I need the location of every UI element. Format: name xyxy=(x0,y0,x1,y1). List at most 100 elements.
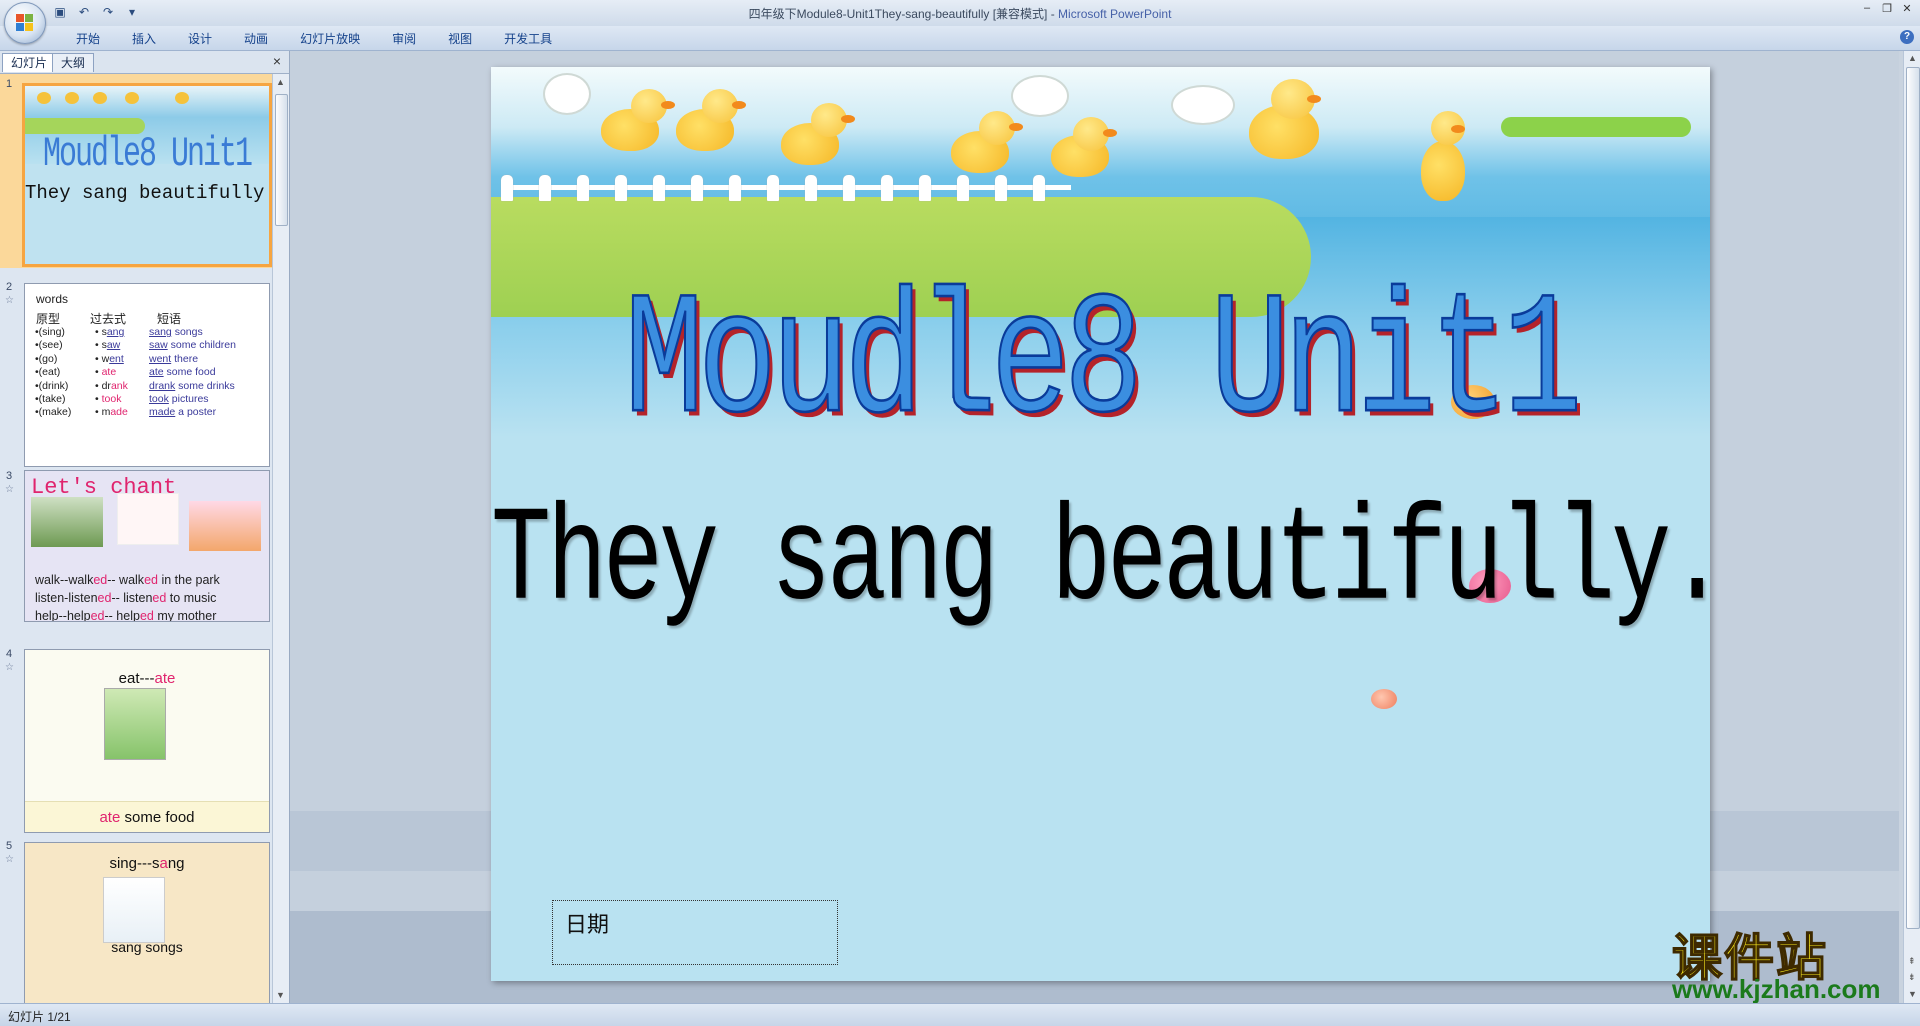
list-item: went there xyxy=(149,352,199,365)
minimize-icon[interactable]: – xyxy=(1860,2,1874,15)
list-item: • drank xyxy=(95,379,128,392)
thumb-past-list: • sang • saw • went • ate • drank • took… xyxy=(95,326,128,420)
next-slide-icon[interactable]: ⇟ xyxy=(1908,972,1916,983)
slide-number: 4 xyxy=(6,648,13,660)
slide-thumb-3[interactable]: 3 ☆ Let's chant walk--walked-- walked in… xyxy=(0,466,272,636)
maximize-icon[interactable]: ❐ xyxy=(1880,2,1894,15)
speech-bubble-decoration xyxy=(1011,75,1069,117)
slide-number: 3 xyxy=(6,470,13,482)
date-placeholder-text: 日期 xyxy=(565,912,610,937)
scrollbar-thumb[interactable] xyxy=(1906,67,1920,929)
list-item: made a poster xyxy=(149,406,217,419)
tab-outline[interactable]: 大纲 xyxy=(52,53,95,72)
thumb-singer-image xyxy=(103,877,165,943)
list-item: listen-listened-- listened to music xyxy=(35,591,217,605)
animation-star-icon: ☆ xyxy=(5,295,14,306)
slide-title[interactable]: Moudle8 Unit1 xyxy=(491,264,1710,465)
status-bar: 幻灯片 1/21 xyxy=(0,1003,1920,1026)
list-item: • made xyxy=(95,406,128,419)
thumb-canvas: eat---ate ate some food xyxy=(24,649,270,833)
list-item: • saw xyxy=(95,339,121,352)
prev-slide-icon[interactable]: ⇞ xyxy=(1908,956,1916,967)
date-placeholder-box[interactable]: 日期 xyxy=(552,900,838,965)
thumb-photo-help xyxy=(189,501,261,551)
office-button[interactable] xyxy=(4,2,46,44)
panel-tabs: 幻灯片 大纲 × xyxy=(0,51,289,74)
list-item: ate some food xyxy=(149,366,216,379)
list-item: • took xyxy=(95,393,122,406)
tab-slides[interactable]: 幻灯片 xyxy=(2,53,57,72)
scroll-down-icon[interactable]: ▼ xyxy=(1908,989,1917,999)
list-item: sang songs xyxy=(149,326,203,338)
thumb-rabbit-image xyxy=(104,688,166,760)
animation-star-icon: ☆ xyxy=(5,854,14,865)
slide-thumb-5[interactable]: 5 ☆ sing---sang sang songs xyxy=(0,836,272,1003)
slide-number: 5 xyxy=(6,840,13,852)
tab-developer[interactable]: 开发工具 xyxy=(488,30,568,47)
scroll-up-icon[interactable]: ▲ xyxy=(1908,53,1917,63)
slide-number: 1 xyxy=(6,78,13,90)
animation-star-icon: ☆ xyxy=(5,484,14,495)
list-item: help--helped-- helped my mother xyxy=(35,609,217,622)
thumb-canvas: sing---sang sang songs xyxy=(24,842,270,1003)
list-item: •(drink) xyxy=(35,379,69,392)
slide-background-grass-strip xyxy=(1501,117,1691,137)
thumb-chant-lines: walk--walked-- walked in the park listen… xyxy=(35,571,220,622)
watermark-url: www.kjzhan.com xyxy=(1672,974,1881,1004)
thumb-base-list: •(sing) •(see) •(go) •(eat) •(drink) •(t… xyxy=(35,326,71,420)
list-item: •(take) xyxy=(35,393,66,406)
office-logo-icon xyxy=(16,14,34,32)
tab-design[interactable]: 设计 xyxy=(172,30,228,47)
scroll-up-icon[interactable]: ▲ xyxy=(276,77,285,87)
thumb-heading: eat---ate xyxy=(118,670,176,687)
slide-thumbnails: 1 Moudle8 Unit1 They sang beautifully. 2… xyxy=(0,74,272,1003)
slide-thumb-4[interactable]: 4 ☆ eat---ate ate some food xyxy=(0,644,272,834)
tab-home[interactable]: 开始 xyxy=(60,30,116,47)
thumb-phrase-list: sang songs saw some children went there … xyxy=(149,326,236,420)
thumb-canvas: Let's chant walk--walked-- walked in the… xyxy=(24,470,270,622)
slides-panel: 幻灯片 大纲 × 1 Moudle8 Unit1 They sang beaut… xyxy=(0,51,290,1003)
slide-thumb-1[interactable]: 1 Moudle8 Unit1 They sang beautifully. xyxy=(0,74,272,268)
thumb-col-base: 原型 xyxy=(36,312,61,326)
thumb-canvas: Moudle8 Unit1 They sang beautifully. xyxy=(22,83,272,267)
slide-number: 2 xyxy=(6,281,13,293)
tab-insert[interactable]: 插入 xyxy=(116,30,172,47)
list-item: •(sing) xyxy=(35,326,65,338)
thumb-title: Moudle8 Unit1 xyxy=(42,131,253,179)
slide-subtitle[interactable]: They sang beautifully. xyxy=(491,487,1710,640)
tab-slideshow[interactable]: 幻灯片放映 xyxy=(284,30,376,47)
thumb-footer: sang songs xyxy=(111,939,183,955)
list-item: • ate xyxy=(95,366,117,379)
thumb-photo-walk xyxy=(31,497,103,547)
thumb-footer: ate some food xyxy=(99,809,195,826)
thumb-words-heading: words xyxy=(36,292,69,306)
title-bar: ▣ ↶ ↷ ▾ 四年级下Module8-Unit1They-sang-beaut… xyxy=(0,0,1920,44)
fish-decoration xyxy=(1371,689,1397,709)
list-item: • sang xyxy=(95,326,125,338)
slide-counter: 幻灯片 1/21 xyxy=(8,1010,71,1024)
window-controls: – ❐ ✕ xyxy=(1860,2,1914,15)
help-icon[interactable]: ? xyxy=(1900,30,1914,44)
scroll-down-icon[interactable]: ▼ xyxy=(276,990,285,1000)
scrollbar-thumb[interactable] xyxy=(275,94,288,226)
list-item: walk--walked-- walked in the park xyxy=(35,573,220,587)
tab-animations[interactable]: 动画 xyxy=(228,30,284,47)
slide-canvas[interactable]: Moudle8 Unit1 They sang beautifully. 日期 xyxy=(491,67,1710,981)
tab-view[interactable]: 视图 xyxy=(432,30,488,47)
close-icon[interactable]: ✕ xyxy=(1900,2,1914,15)
thumb-col-phrase: 短语 xyxy=(157,312,182,326)
list-item: •(make) xyxy=(35,406,72,419)
panel-close-icon[interactable]: × xyxy=(273,53,281,69)
list-item: •(eat) xyxy=(35,366,61,379)
tab-review[interactable]: 审阅 xyxy=(376,30,432,47)
thumb-canvas: words 原型 过去式 短语 •(sing) •(see) •(go) •(e… xyxy=(24,283,270,467)
slide-scrollbar[interactable]: ▲ ⇞ ⇟ ▼ xyxy=(1903,51,1920,1003)
thumbnails-scrollbar[interactable]: ▲ ▼ xyxy=(272,74,289,1003)
window-title: 四年级下Module8-Unit1They-sang-beautifully [… xyxy=(0,5,1920,22)
app-name: Microsoft PowerPoint xyxy=(1058,7,1172,21)
fence-decoration xyxy=(501,175,1071,205)
watermark-logo: 课件站 www.kjzhan.com xyxy=(1664,918,1902,1004)
slide-thumb-2[interactable]: 2 ☆ words 原型 过去式 短语 •(sing) •(see) •(go)… xyxy=(0,277,272,467)
list-item: took pictures xyxy=(149,393,209,406)
animation-star-icon: ☆ xyxy=(5,662,14,673)
